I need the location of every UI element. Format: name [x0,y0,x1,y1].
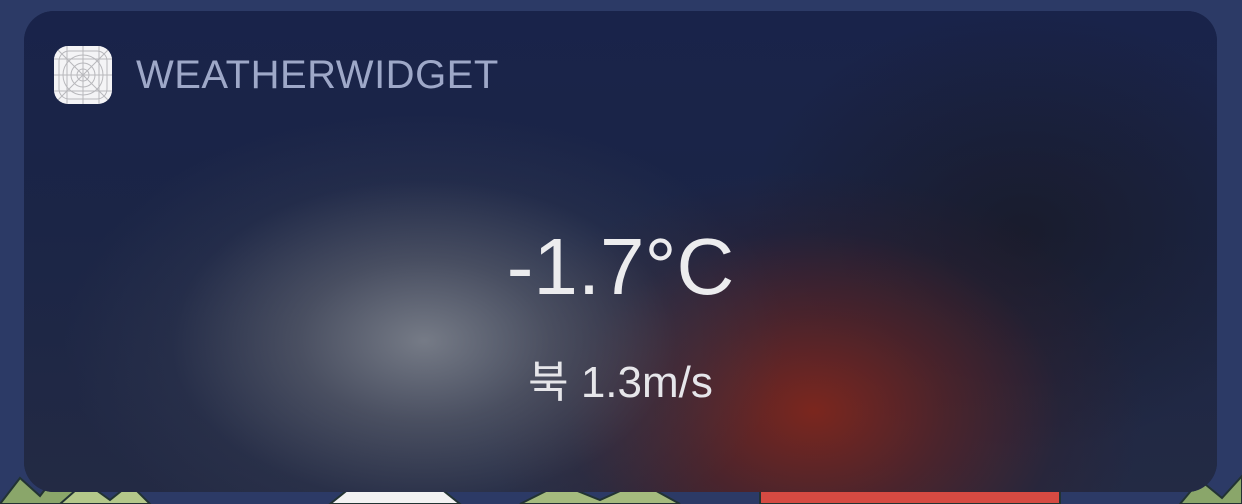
wind-value: 북 1.3m/s [528,358,713,407]
widget-header: WEATHERWIDGET [54,46,499,104]
app-name: WEATHERWIDGET [136,52,499,97]
placeholder-app-icon [54,46,112,104]
temperature-value: -1.7°C [506,222,735,311]
weather-widget[interactable]: WEATHERWIDGET -1.7°C 북 1.3m/s [24,11,1217,492]
